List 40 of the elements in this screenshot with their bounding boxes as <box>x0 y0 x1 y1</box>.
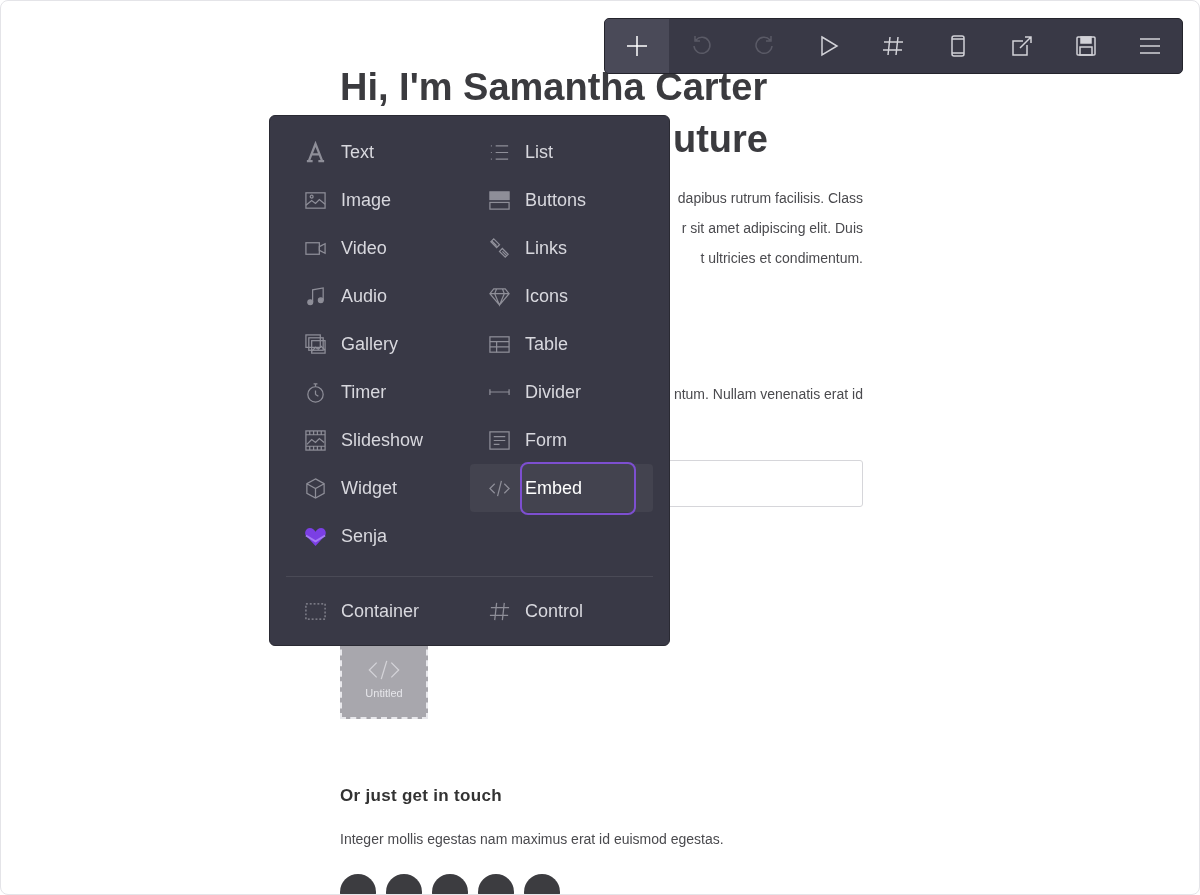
section-heading: Or just get in touch <box>340 786 502 806</box>
paragraph-text: t ultricies et condimentum. <box>700 249 863 268</box>
divider-icon <box>488 388 511 396</box>
letter-a-icon <box>304 140 327 164</box>
paragraph-text: Integer mollis egestas nam maximus erat id euismod egestas. <box>340 831 724 847</box>
menu-item[interactable]: Slideshow <box>286 416 470 464</box>
menu-item[interactable]: Form <box>470 416 653 464</box>
menu-item[interactable]: Links <box>470 224 653 272</box>
menu-item[interactable]: Widget <box>286 464 470 512</box>
menu-item[interactable]: Image <box>286 176 470 224</box>
menu-item[interactable]: Gallery <box>286 320 470 368</box>
paragraph-text: r sit amet adipiscing elit. Duis <box>681 219 863 238</box>
paragraph-text: ntum. Nullam venenatis erat id <box>673 385 863 404</box>
buttons-icon <box>488 188 511 212</box>
menu-item[interactable]: Text <box>286 128 470 176</box>
page-heading: uture <box>673 117 768 162</box>
gallery-icon <box>304 332 327 356</box>
menu-item[interactable]: Timer <box>286 368 470 416</box>
menu-item[interactable]: Icons <box>470 272 653 320</box>
embed-label: Untitled <box>365 687 403 699</box>
menu-item[interactable]: Table <box>470 320 653 368</box>
music-note-icon <box>304 284 327 308</box>
menu-item[interactable]: Embed <box>470 464 653 512</box>
link-icon <box>488 236 511 260</box>
cube-icon <box>304 476 327 500</box>
menu-item[interactable]: Senja <box>286 512 470 560</box>
menu-item[interactable]: Divider <box>470 368 653 416</box>
stopwatch-icon <box>304 380 327 404</box>
page-heading: Hi, I'm Samantha Carter <box>340 65 768 110</box>
toolbar-button[interactable] <box>605 19 670 73</box>
menu-item[interactable]: List <box>470 128 653 176</box>
form-icon <box>488 428 511 452</box>
menu-item[interactable]: Buttons <box>470 176 653 224</box>
menu-item[interactable]: Container <box>286 587 470 635</box>
menu-item[interactable]: Video <box>286 224 470 272</box>
menu-item[interactable]: Control <box>470 587 653 635</box>
paragraph-text: dapibus rutrum facilisis. Class <box>677 189 863 208</box>
slideshow-icon <box>304 428 327 452</box>
code-icon <box>367 659 401 681</box>
menu-item[interactable]: Audio <box>286 272 470 320</box>
